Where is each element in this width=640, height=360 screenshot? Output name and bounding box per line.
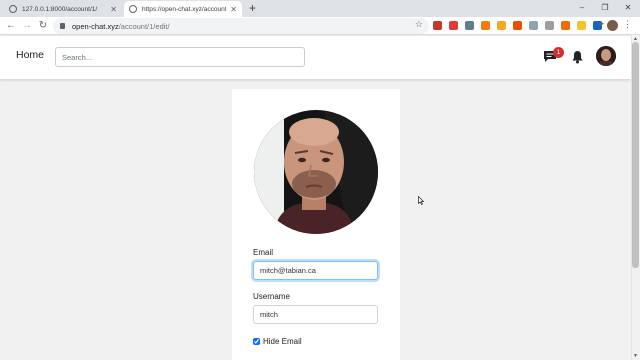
bell-icon[interactable]: [571, 50, 584, 64]
address-bar[interactable]: open-chat.xyz/account/1/edit/ ☆: [53, 18, 429, 34]
extensions-puzzle-icon[interactable]: ✦: [597, 19, 605, 30]
username-field[interactable]: [253, 305, 378, 324]
tab-close-icon[interactable]: ✕: [230, 5, 237, 14]
home-link[interactable]: Home: [16, 49, 44, 61]
scrollbar-thumb[interactable]: [632, 42, 639, 268]
menu-dots-icon[interactable]: ⋮: [623, 19, 632, 30]
extension-icon[interactable]: [497, 21, 506, 30]
scroll-down-arrow-icon[interactable]: ▼: [631, 353, 640, 360]
forward-arrow-icon[interactable]: →: [20, 19, 34, 33]
account-edit-card: Email Username Hide Email: [232, 89, 400, 360]
chat-notification-badge: 1: [553, 47, 564, 58]
hide-email-label: Hide Email: [263, 337, 302, 346]
profile-avatar-icon[interactable]: [607, 20, 618, 31]
globe-icon: [129, 5, 137, 13]
back-arrow-icon[interactable]: ←: [4, 19, 18, 33]
bookmark-star-icon[interactable]: ☆: [415, 19, 423, 30]
extension-icon[interactable]: [433, 21, 442, 30]
profile-avatar[interactable]: [596, 46, 616, 66]
close-window-button[interactable]: ✕: [617, 0, 639, 17]
browser-toolbar: ← → ↻ open-chat.xyz/account/1/edit/ ☆ ✦ …: [0, 17, 640, 35]
globe-icon: [9, 5, 17, 13]
tab-local-account[interactable]: 127.0.0.1:8000/account/1/ ✕: [4, 1, 122, 17]
extension-icon[interactable]: [545, 21, 554, 30]
email-field[interactable]: [253, 261, 378, 280]
email-label: Email: [253, 248, 274, 257]
lock-icon: [60, 23, 65, 29]
reload-icon[interactable]: ↻: [36, 19, 50, 33]
hide-email-checkbox[interactable]: [253, 338, 260, 345]
tab-title: 127.0.0.1:8000/account/1/: [22, 5, 98, 13]
mouse-cursor-icon: [418, 196, 424, 205]
extension-icon[interactable]: [561, 21, 570, 30]
tab-close-icon[interactable]: ✕: [110, 5, 117, 14]
extension-icon[interactable]: [513, 21, 522, 30]
tab-open-chat-account[interactable]: https://open-chat.xyz/account/1/ ✕: [124, 1, 242, 17]
site-header: Home: [0, 36, 631, 79]
tab-title: https://open-chat.xyz/account/1/: [142, 5, 227, 13]
minimize-button[interactable]: –: [571, 0, 593, 17]
extension-icon[interactable]: [529, 21, 538, 30]
username-label: Username: [253, 292, 290, 301]
extension-icon[interactable]: [465, 21, 474, 30]
extension-icon[interactable]: [577, 21, 586, 30]
extension-icon[interactable]: [449, 21, 458, 30]
tab-strip: 127.0.0.1:8000/account/1/ ✕ https://open…: [0, 0, 640, 17]
profile-image[interactable]: [254, 110, 378, 234]
url-text: open-chat.xyz/account/1/edit/: [72, 21, 170, 31]
maximize-button[interactable]: ❐: [594, 0, 616, 17]
new-tab-button[interactable]: +: [249, 1, 256, 16]
search-input[interactable]: [55, 47, 305, 67]
hide-email-option[interactable]: Hide Email: [253, 337, 302, 346]
extension-icon[interactable]: [481, 21, 490, 30]
